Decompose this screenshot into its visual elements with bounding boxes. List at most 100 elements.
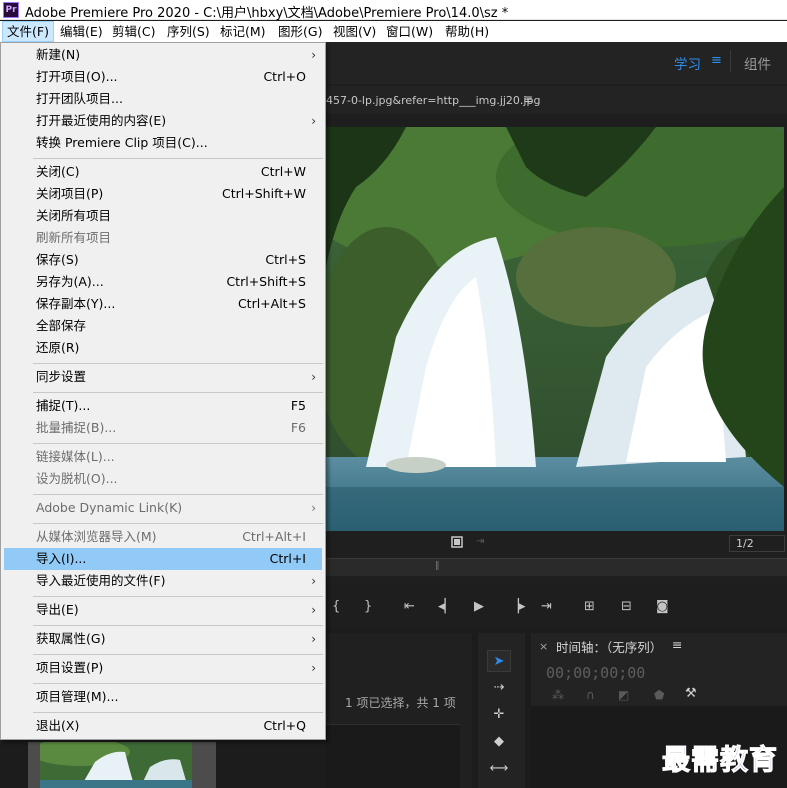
- razor-tool-icon[interactable]: ◆: [487, 731, 511, 753]
- step-forward-icon[interactable]: ▕▸: [509, 590, 526, 624]
- menu-item-label: 保存副本(Y)...: [36, 296, 116, 311]
- project-selection-status: 1 项已选择，共 1 项: [345, 696, 456, 710]
- menu-item-label: 导入(I)...: [36, 551, 87, 566]
- menu-clip[interactable]: 剪辑(C): [108, 21, 159, 42]
- menu-separator: [33, 712, 323, 713]
- file-menu-item-save-all[interactable]: 全部保存: [4, 315, 322, 337]
- menu-edit[interactable]: 编辑(E): [56, 21, 107, 42]
- menu-item-label: 捕捉(T)...: [36, 398, 91, 413]
- go-to-out-icon[interactable]: ⇥: [541, 590, 552, 624]
- add-marker-icon[interactable]: ⬟: [654, 688, 664, 702]
- nest-icon[interactable]: ⁂: [552, 688, 564, 702]
- file-menu-item-project-settings[interactable]: 项目设置(P) ›: [4, 657, 322, 679]
- lift-icon[interactable]: ⊞: [584, 590, 595, 624]
- file-menu-item-capture[interactable]: 捕捉(T)... F5: [4, 395, 322, 417]
- wrench-icon[interactable]: ⚒: [685, 686, 697, 701]
- project-bin-area[interactable]: [326, 724, 460, 788]
- menu-separator: [33, 596, 323, 597]
- menu-item-label: 同步设置: [36, 369, 87, 384]
- file-menu-item-sync-settings[interactable]: 同步设置 ›: [4, 366, 322, 388]
- timeline-menu-icon[interactable]: ≡: [672, 637, 682, 652]
- mark-in-icon[interactable]: {: [332, 590, 340, 624]
- file-menu-item-save[interactable]: 保存(S) Ctrl+S: [4, 249, 322, 271]
- program-monitor-video[interactable]: [326, 127, 784, 531]
- play-icon[interactable]: ▶: [474, 590, 484, 624]
- menu-item-label: 另存为(A)...: [36, 274, 104, 289]
- comparison-view-icon[interactable]: ⇥: [476, 536, 484, 547]
- menu-item-label: 还原(R): [36, 340, 80, 355]
- submenu-arrow-icon: ›: [311, 370, 316, 384]
- close-icon[interactable]: ×: [539, 640, 548, 653]
- workspace-menu-icon[interactable]: ≡: [711, 53, 722, 68]
- selection-tool-icon[interactable]: ➤: [487, 650, 511, 672]
- file-menu-item-save-copy[interactable]: 保存副本(Y)... Ctrl+Alt+S: [4, 293, 322, 315]
- submenu-arrow-icon: ›: [311, 114, 316, 128]
- file-menu-item-import-recent[interactable]: 导入最近使用的文件(F) ›: [4, 570, 322, 592]
- menu-item-label: 保存(S): [36, 252, 79, 267]
- menu-item-label: Adobe Dynamic Link(K): [36, 500, 183, 515]
- workspace-learn-tab[interactable]: 学习: [674, 53, 701, 73]
- file-menu-item-save-as[interactable]: 另存为(A)... Ctrl+Shift+S: [4, 271, 322, 293]
- track-select-tool-icon[interactable]: ⇢: [487, 677, 511, 699]
- ripple-edit-tool-icon[interactable]: ✛: [487, 704, 511, 726]
- thumbnail-waterfall-image: [40, 742, 192, 788]
- menu-item-label: 打开最近使用的内容(E): [36, 113, 167, 128]
- file-menu-item-close-project[interactable]: 关闭项目(P) Ctrl+Shift+W: [4, 183, 322, 205]
- menu-help[interactable]: 帮助(H): [441, 21, 493, 42]
- menu-separator: [33, 158, 323, 159]
- menu-item-shortcut: F6: [290, 420, 306, 435]
- menu-separator: [33, 363, 323, 364]
- mark-out-icon[interactable]: }: [364, 590, 372, 624]
- linked-selection-icon[interactable]: ◩: [618, 688, 629, 702]
- menu-file[interactable]: 文件(F): [2, 21, 54, 42]
- file-menu-item-open-team-project[interactable]: 打开团队项目...: [4, 88, 322, 110]
- file-menu-item-close-all-projects[interactable]: 关闭所有项目: [4, 205, 322, 227]
- file-menu-item-open-recent[interactable]: 打开最近使用的内容(E) ›: [4, 110, 322, 132]
- menu-item-label: 转换 Premiere Clip 项目(C)...: [36, 135, 208, 150]
- file-menu-item-exit[interactable]: 退出(X) Ctrl+Q: [4, 715, 322, 737]
- file-menu-item-project-manager[interactable]: 项目管理(M)...: [4, 686, 322, 708]
- menu-sequence[interactable]: 序列(S): [163, 21, 214, 42]
- media-thumbnail[interactable]: [40, 742, 192, 788]
- go-to-in-icon[interactable]: ⇤: [404, 590, 415, 624]
- file-menu-item-refresh-all-projects: 刷新所有项目: [4, 227, 322, 249]
- file-menu-item-open-project[interactable]: 打开项目(O)... Ctrl+O: [4, 66, 322, 88]
- extract-icon[interactable]: ⊟: [621, 590, 632, 624]
- program-monitor-tab[interactable]: 457-0-lp.jpg&refer=http___img.jj20.jpg: [326, 94, 540, 107]
- menu-separator: [33, 625, 323, 626]
- menu-marker[interactable]: 标记(M): [216, 21, 270, 42]
- timeline-timecode[interactable]: 00;00;00;00: [546, 664, 645, 682]
- menu-view[interactable]: 视图(V): [329, 21, 380, 42]
- snap-icon[interactable]: ∩: [586, 688, 595, 702]
- menu-graphics[interactable]: 图形(G): [274, 21, 326, 42]
- file-menu-item-link-media: 链接媒体(L)...: [4, 446, 322, 468]
- playhead-marker-icon[interactable]: ‖: [435, 561, 440, 571]
- file-menu-item-new[interactable]: 新建(N) ›: [4, 44, 322, 66]
- submenu-arrow-icon: ›: [311, 661, 316, 675]
- panel-menu-icon[interactable]: ≡: [523, 92, 533, 106]
- submenu-arrow-icon: ›: [311, 48, 316, 62]
- file-menu-item-import[interactable]: 导入(I)... Ctrl+I: [4, 548, 322, 570]
- menu-item-label: 项目管理(M)...: [36, 689, 119, 704]
- file-menu-item-export[interactable]: 导出(E) ›: [4, 599, 322, 621]
- workspace-assembly-tab[interactable]: 组件: [744, 53, 771, 73]
- slip-tool-icon[interactable]: ⟷: [487, 758, 511, 780]
- file-menu-item-close[interactable]: 关闭(C) Ctrl+W: [4, 161, 322, 183]
- file-menu-item-convert-clip[interactable]: 转换 Premiere Clip 项目(C)...: [4, 132, 322, 154]
- file-menu-item-batch-capture: 批量捕捉(B)... F6: [4, 417, 322, 439]
- file-menu-item-revert[interactable]: 还原(R): [4, 337, 322, 359]
- export-frame-icon[interactable]: [451, 536, 463, 548]
- timeline-tab[interactable]: 时间轴：（无序列）: [556, 637, 662, 656]
- camera-icon[interactable]: ◙: [656, 590, 669, 624]
- watermark-logo: 最需教育: [661, 743, 779, 777]
- menu-item-label: 关闭项目(P): [36, 186, 104, 201]
- playhead-ruler[interactable]: [326, 558, 787, 576]
- menu-separator: [33, 654, 323, 655]
- resolution-select[interactable]: 1/2: [729, 535, 785, 552]
- file-menu-item-make-offline: 设为脱机(O)...: [4, 468, 322, 490]
- menu-window[interactable]: 窗口(W): [382, 21, 437, 42]
- step-back-icon[interactable]: ◂▏: [438, 590, 455, 624]
- menu-item-label: 获取属性(G): [36, 631, 106, 646]
- file-menu-item-get-properties[interactable]: 获取属性(G) ›: [4, 628, 322, 650]
- workspace-divider: [730, 50, 731, 72]
